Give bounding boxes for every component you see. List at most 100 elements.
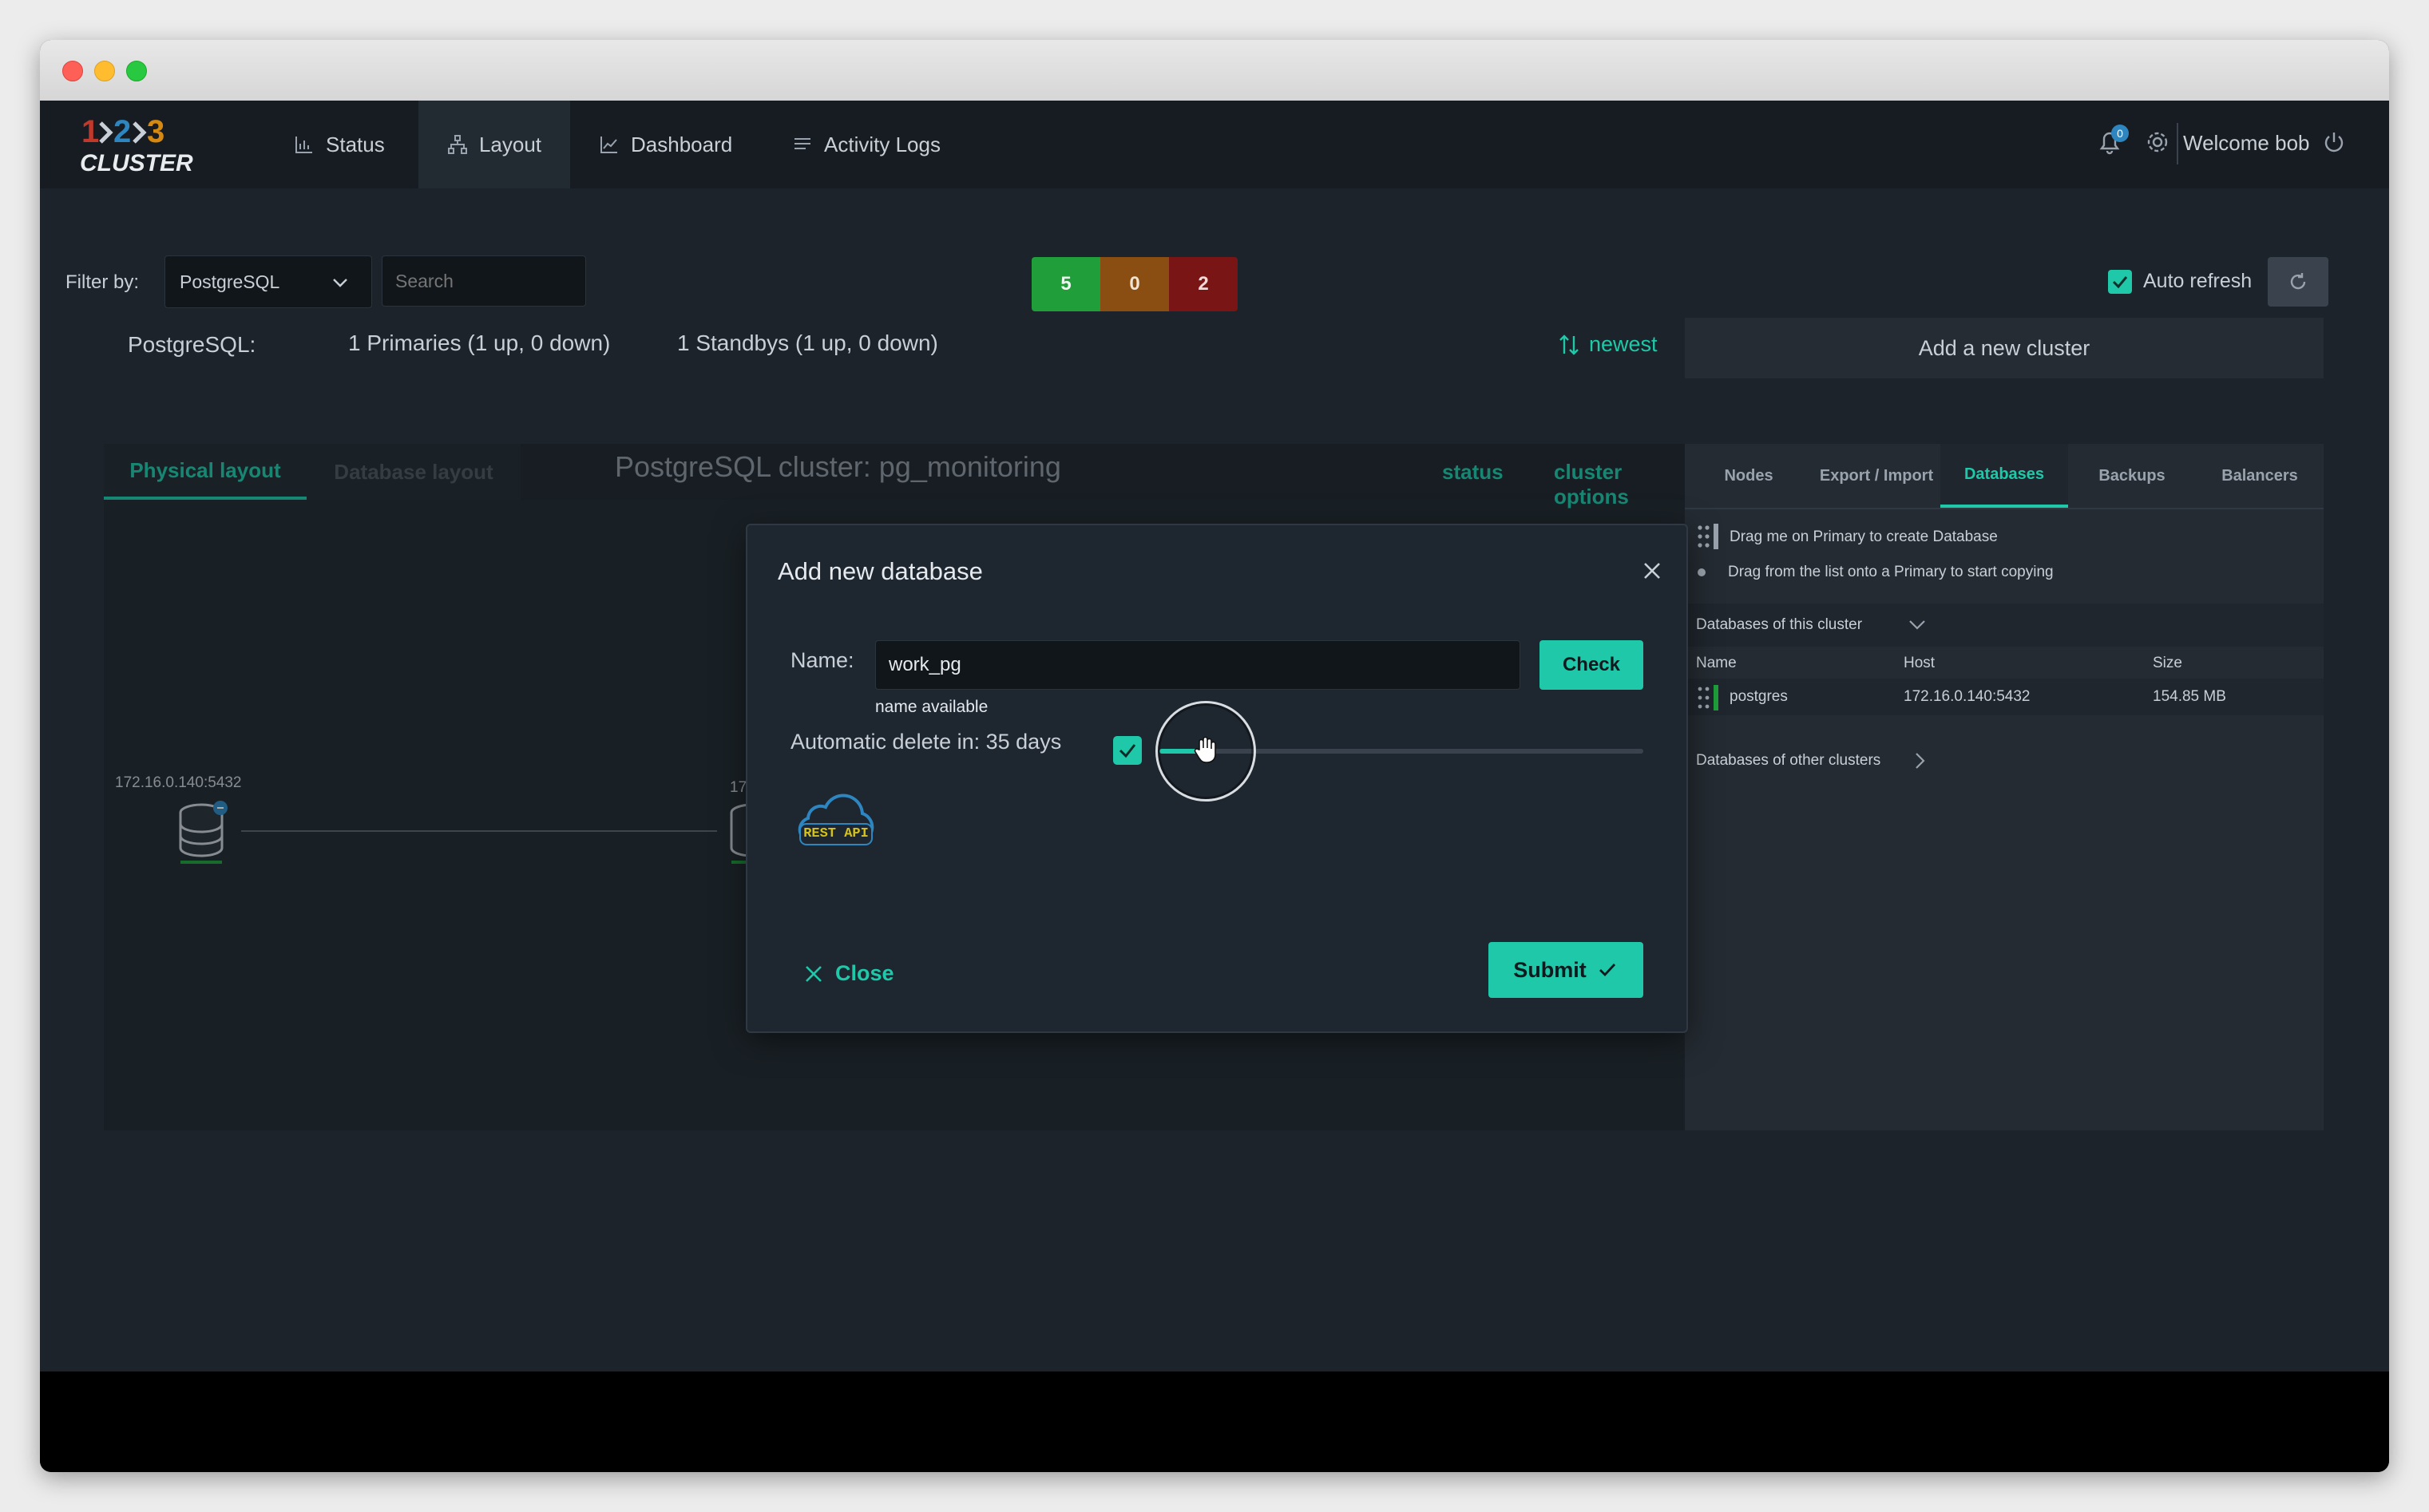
refresh-button[interactable] [2268,257,2328,307]
svg-text:3: 3 [147,114,164,149]
db-table-header: Name Host Size [1685,647,2324,679]
minimize-window-button[interactable] [94,61,115,81]
sort-label: newest [1589,332,1658,356]
bottom-bar [40,1371,2389,1472]
name-label: Name: [791,648,854,672]
cluster-type-selected: PostgreSQL [180,271,280,292]
this-cluster-label: Databases of this cluster [1696,616,1863,633]
panel-tab-export-import[interactable]: Export / Import [1813,444,1940,508]
check-name-button[interactable]: Check [1539,640,1643,690]
sort-toggle[interactable]: newest [1557,332,1658,357]
rest-api-label: REST API [803,826,869,841]
list-icon [794,138,810,149]
counter-down[interactable]: 2 [1169,257,1238,311]
slider-thumb[interactable] [1155,701,1256,802]
status-counters: 5 0 2 [1032,257,1238,311]
settings-button[interactable] [2143,128,2172,156]
hint-drag-create: Drag me on Primary to create Database [1730,528,1998,545]
modal-close-x-button[interactable] [1638,557,1666,584]
search-input[interactable] [382,255,586,307]
close-window-button[interactable] [62,61,83,81]
nav-dashboard-label: Dashboard [631,132,733,156]
name-availability: name available [875,698,989,716]
submit-button[interactable]: Submit [1488,942,1643,998]
db-size: 154.85 MB [2153,688,2226,705]
nav-status-label: Status [326,132,385,156]
auto-refresh-checkbox[interactable] [2108,270,2132,294]
add-database-modal: Add new database Name: Check name availa… [746,524,1688,1033]
side-panel: Nodes Export / Import Databases Backups … [1685,444,2324,1130]
cluster-type-select[interactable]: PostgreSQL [164,255,372,308]
filter-label: Filter by: [65,271,140,293]
checkmark-icon [2112,276,2128,289]
close-icon [806,965,822,982]
add-cluster-button[interactable]: Add a new cluster [1685,318,2324,378]
auto-refresh-label: Auto refresh [2143,270,2253,292]
database-name-input[interactable] [875,640,1520,690]
power-icon [2324,133,2344,152]
panel-tab-databases[interactable]: Databases [1940,444,2068,508]
modal-title: Add new database [778,557,983,585]
hint-drag-copy: Drag from the list onto a Primary to sta… [1728,564,2054,580]
new-database-drag-handle[interactable] [1696,524,1720,549]
window-titlebar [40,40,2389,101]
notifications-button[interactable]: 0 [2092,125,2129,160]
hand-cursor-icon [1194,737,1216,763]
svg-text:1: 1 [81,114,99,149]
checkmark-icon [1599,964,1615,977]
drag-handle-icon [1698,685,1718,710]
bar-chart-icon [295,137,312,153]
col-size: Size [2153,655,2182,671]
chevron-down-icon [1909,620,1925,630]
bullet-icon [1698,568,1706,576]
panel-tab-backups[interactable]: Backups [2068,444,2196,508]
counter-up[interactable]: 5 [1032,257,1100,311]
db-host: 172.16.0.140:5432 [1904,688,2031,705]
nav-divider [2177,123,2178,164]
summary-standbys: 1 Standbys (1 up, 0 down) [677,331,938,355]
db-name: postgres [1730,688,1788,705]
auto-delete-label: Automatic delete in: 35 days [791,730,1062,754]
logout-button[interactable] [2320,129,2348,156]
notification-badge: 0 [2111,125,2129,142]
summary-type: PostgreSQL: [128,332,256,357]
auto-delete-slider[interactable] [1155,701,1643,802]
close-icon [1644,563,1660,579]
panel-tabs: Nodes Export / Import Databases Backups … [1685,444,2324,509]
app-window: 1 2 3 CLUSTER Status Layout Dashboard Ac… [40,40,2389,1472]
close-button[interactable]: Close [803,961,894,986]
checkmark-icon [1119,744,1136,758]
panel-tab-balancers[interactable]: Balancers [2196,444,2324,508]
maximize-window-button[interactable] [126,61,147,81]
nav-activity-logs[interactable]: Activity Logs [792,101,984,188]
app-content: 1 2 3 CLUSTER Status Layout Dashboard Ac… [40,101,2389,1371]
counter-warning[interactable]: 0 [1100,257,1169,311]
welcome-text: Welcome bob [2183,131,2310,155]
col-name: Name [1696,655,1737,671]
nav-layout-label: Layout [478,132,542,156]
table-row[interactable]: postgres 172.16.0.140:5432 154.85 MB [1685,679,2324,715]
auto-delete-checkbox[interactable] [1113,736,1142,765]
refresh-icon [2290,273,2306,290]
close-button-label: Close [835,961,894,985]
rest-api-button[interactable]: REST API [791,789,880,849]
nav-activity-logs-label: Activity Logs [824,132,941,156]
chevron-right-icon [1916,753,1925,769]
sort-arrows-icon [1559,334,1579,355]
submit-button-label: Submit [1513,957,1587,982]
svg-text:2: 2 [113,114,131,149]
other-clusters-header[interactable]: Databases of other clusters [1685,742,2004,778]
panel-tab-nodes[interactable]: Nodes [1685,444,1813,508]
chevron-down-icon [333,279,347,287]
sitemap-icon [447,135,467,154]
line-chart-icon [600,137,617,153]
gear-icon [2147,132,2168,152]
nav-layout[interactable]: Layout [418,101,570,188]
this-cluster-header[interactable]: Databases of this cluster [1685,604,2324,647]
nav-status[interactable]: Status [294,101,422,188]
other-clusters-label: Databases of other clusters [1696,752,1881,769]
nav-dashboard[interactable]: Dashboard [599,101,759,188]
top-navbar: 1 2 3 CLUSTER Status Layout Dashboard Ac… [40,101,2389,188]
summary-primaries: 1 Primaries (1 up, 0 down) [348,331,611,355]
app-logo[interactable]: 1 2 3 CLUSTER [78,109,193,180]
